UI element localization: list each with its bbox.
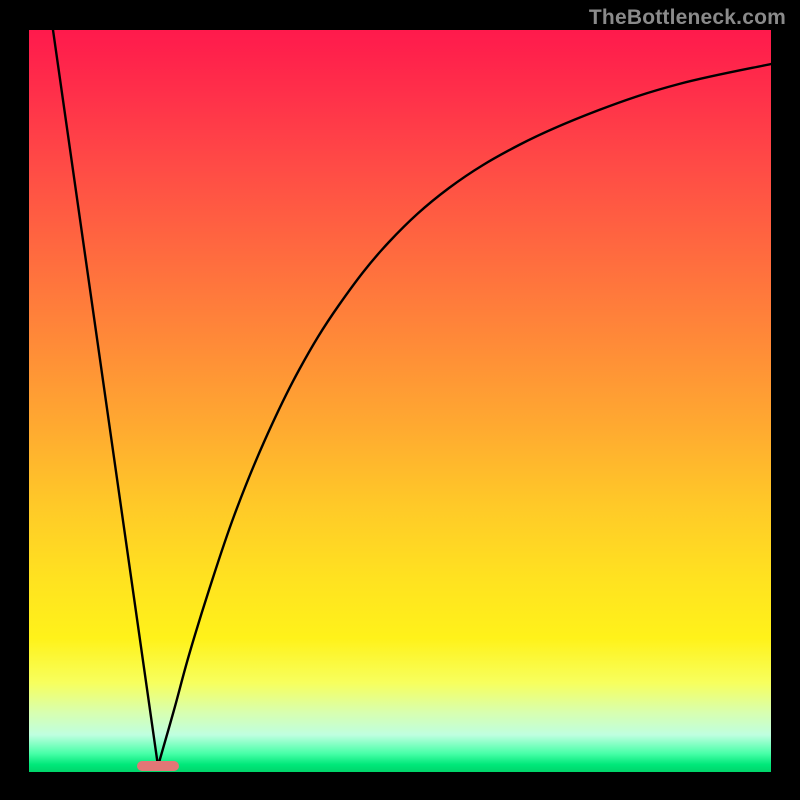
plot-area [29, 30, 771, 772]
watermark-text: TheBottleneck.com [589, 6, 786, 30]
bottleneck-marker [137, 761, 179, 771]
right-curve [158, 64, 771, 766]
chart-frame: TheBottleneck.com [0, 0, 800, 800]
left-line [53, 30, 158, 766]
chart-curves [29, 30, 771, 772]
